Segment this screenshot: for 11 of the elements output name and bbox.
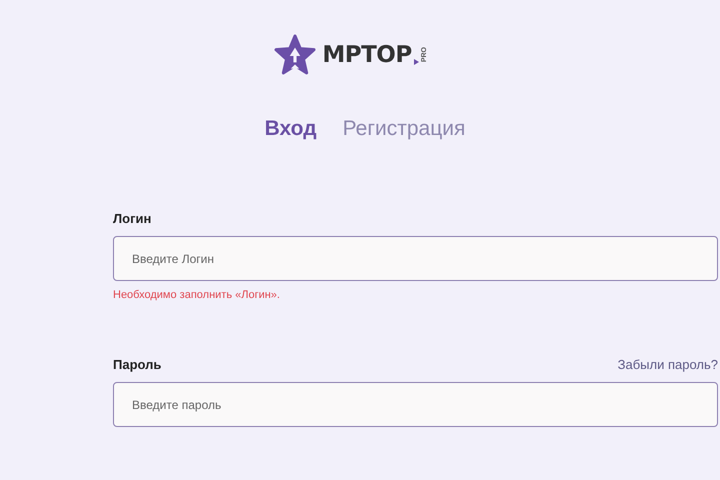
brand-name: MPTOP: [322, 42, 412, 68]
input-field[interactable]: Введите Логин: [113, 236, 718, 281]
tab[interactable]: Вход: [264, 117, 317, 141]
forgot-password-link[interactable]: Забыли пароль?: [618, 357, 718, 372]
play-icon: [414, 59, 419, 65]
tab[interactable]: Регистрация: [342, 117, 466, 141]
star-logo-icon: [274, 34, 316, 76]
input-field[interactable]: Введите пароль: [113, 382, 718, 427]
error-message: Необходимо заполнить «Логин».: [113, 289, 281, 301]
field-label: Пароль: [113, 357, 162, 372]
field-label: Логин: [113, 211, 152, 226]
